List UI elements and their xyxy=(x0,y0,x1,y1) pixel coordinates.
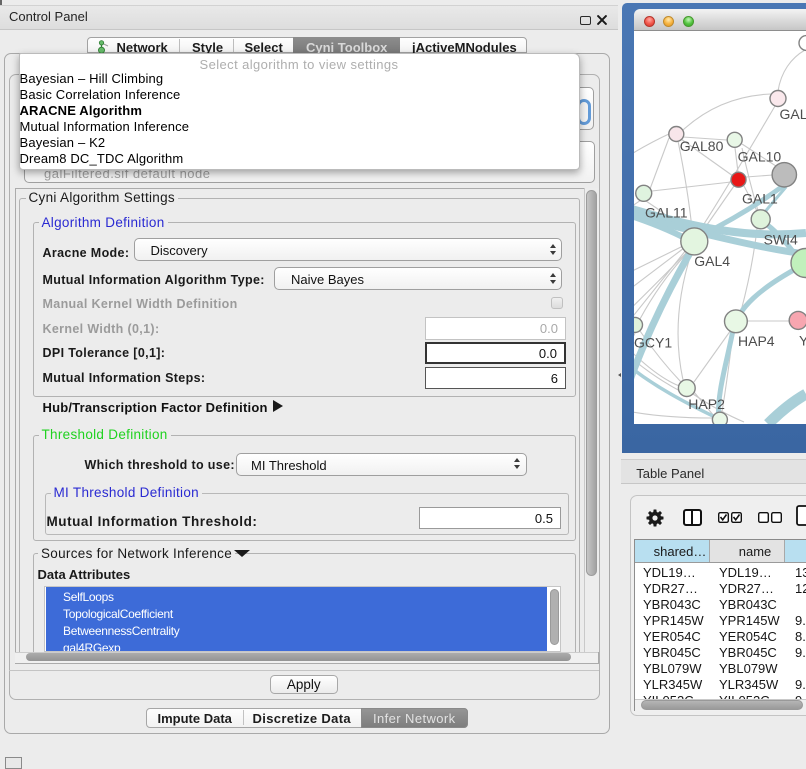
svg-text:GAL2: GAL2 xyxy=(780,106,806,122)
svg-text:HAP4: HAP4 xyxy=(738,333,775,349)
svg-text:GAL10: GAL10 xyxy=(738,149,782,165)
svg-text:GCY1: GCY1 xyxy=(634,335,672,351)
svg-text:HAP2: HAP2 xyxy=(688,396,725,412)
svg-text:GAL11: GAL11 xyxy=(645,204,688,220)
svg-text:GAL1: GAL1 xyxy=(742,190,778,206)
svg-text:GAL4: GAL4 xyxy=(694,253,730,269)
svg-text:GAL80: GAL80 xyxy=(680,138,724,154)
svg-text:Y: Y xyxy=(799,333,806,349)
svg-text:SWI4: SWI4 xyxy=(764,232,798,248)
